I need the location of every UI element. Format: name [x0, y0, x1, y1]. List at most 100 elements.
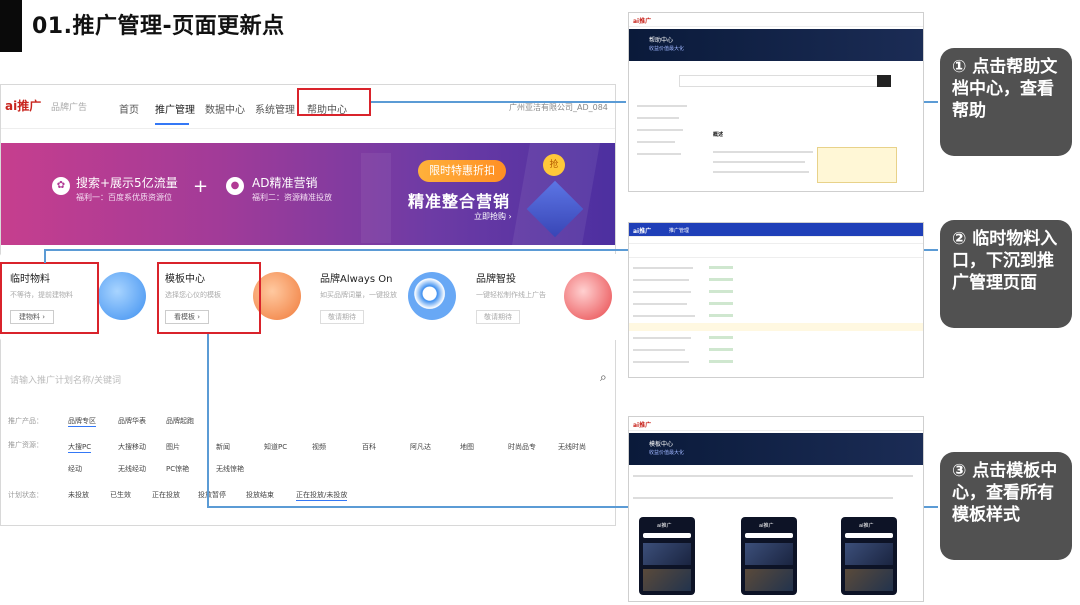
list-tab: 推广管理 [669, 228, 690, 234]
promo-pill: 限时特惠折扣 [418, 160, 506, 182]
filter-tag[interactable]: 地图 [460, 442, 474, 452]
row-text [633, 279, 689, 281]
filter-row [633, 475, 913, 477]
filter-tag[interactable]: 经动 [68, 464, 82, 474]
flow-diagram [817, 147, 897, 183]
help-center-screenshot: ai推广 帮助中心 收益价值最大化 概述 [628, 12, 924, 192]
nav-campaign-management[interactable]: 推广管理 [155, 101, 195, 116]
account-name[interactable]: 广州亚洁有限公司_AD_084 [509, 102, 608, 113]
highlight-template-center [157, 262, 261, 334]
filter-tag[interactable]: 未投放 [68, 490, 89, 500]
status-tag [709, 314, 733, 317]
callout-template-center: ③ 点击模板中心，查看所有模板样式 [940, 452, 1072, 560]
status-tag [709, 302, 733, 305]
filter-tag[interactable]: 大搜PC [68, 442, 92, 453]
phone-logo: ai推广 [859, 523, 874, 529]
template-banner-title: 模板中心 [649, 441, 674, 448]
highlight-help-center [297, 88, 371, 116]
card-brand-always-on[interactable]: 品牌Always On 如买品牌词量，一键投放 敬请期待 [310, 254, 466, 340]
connector-line [44, 249, 628, 251]
phone-image [643, 543, 691, 565]
brand-logo: ai推广 [633, 18, 652, 25]
phone-logo: ai推广 [759, 523, 774, 529]
card-description: 一键轻松制作线上广告 [476, 291, 546, 299]
filter-tag[interactable]: 已生效 [110, 490, 131, 500]
row-text [633, 315, 695, 317]
status-tag [709, 266, 733, 269]
status-tag [709, 336, 733, 339]
location-icon: ● [226, 177, 244, 195]
banner-benefit-2-title: AD精准营销 [252, 176, 318, 190]
template-banner: 模板中心 收益价值最大化 [629, 433, 923, 465]
nav-system-management[interactable]: 系统管理 [255, 101, 295, 116]
row-text [633, 349, 685, 351]
filter-tag[interactable]: 无线惊艳 [216, 464, 244, 474]
connector-line [44, 249, 46, 263]
template-preview[interactable]: ai推广 [741, 517, 797, 595]
callout-help-center: ① 点击帮助文档中心，查看帮助 [940, 48, 1072, 156]
help-search-button[interactable] [877, 75, 891, 87]
filter-tag[interactable]: 时尚品专 [508, 442, 536, 452]
highlight-temp-material [0, 262, 99, 334]
plus-icon: + [193, 176, 209, 197]
filter-label-status: 计划状态： [8, 491, 43, 499]
filter-tag[interactable]: 无线经动 [118, 464, 146, 474]
text-line [713, 171, 809, 173]
filter-tag[interactable]: 图片 [166, 442, 180, 452]
filter-tag[interactable]: 百科 [362, 442, 376, 452]
filter-tag[interactable]: 知道PC [264, 442, 287, 452]
banner-cta-link[interactable]: 立即抢购 › [474, 211, 512, 222]
template-preview[interactable]: ai推广 [841, 517, 897, 595]
status-tag [709, 360, 733, 363]
nav-data-center[interactable]: 数据中心 [205, 101, 245, 116]
filter-tag[interactable]: 品牌专区 [68, 416, 96, 427]
row-text [633, 291, 691, 293]
filter-tag[interactable]: 无线时尚 [558, 442, 586, 452]
template-preview[interactable]: ai推广 [639, 517, 695, 595]
coming-soon-button[interactable]: 敬请期待 [476, 310, 520, 324]
document-icon [98, 272, 146, 320]
search-input[interactable]: 请输入推广计划名称/关键词 [10, 373, 121, 386]
filter-tag[interactable]: 大搜移动 [118, 442, 146, 452]
filter-tag[interactable]: 投放结束 [246, 490, 274, 500]
menu-line [637, 129, 683, 131]
callout-temp-material: ② 临时物料入口，下沉到推广管理页面 [940, 220, 1072, 328]
phone-logo: ai推广 [657, 523, 672, 529]
help-section-title: 概述 [713, 132, 724, 138]
filter-tag[interactable]: 正在投放 [152, 490, 180, 500]
card-brand-smart-ad[interactable]: 品牌智投 一键轻松制作线上广告 敬请期待 [466, 254, 622, 340]
row-text [633, 267, 693, 269]
menu-line [637, 141, 675, 143]
phone-search-bar [643, 533, 691, 538]
connector-line [207, 334, 209, 508]
coin-icon: 抢 [543, 154, 565, 176]
filter-tag[interactable]: 新闻 [216, 442, 230, 452]
search-icon[interactable]: ⌕ [600, 370, 607, 385]
filter-tag[interactable]: PC惊艳 [166, 464, 189, 474]
banner-benefit-1-title: 搜索+展示5亿流量 [76, 176, 178, 190]
phone-image [845, 543, 893, 565]
help-search-input[interactable] [679, 75, 885, 87]
banner-benefit-1-sub: 福利一：百度系优质资源位 [76, 193, 172, 202]
filter-tag[interactable]: 品牌起跑 [166, 416, 194, 426]
brand-logo: ai推广 [633, 422, 652, 429]
coming-soon-button[interactable]: 敬请期待 [320, 310, 364, 324]
phone-image [745, 569, 793, 591]
filter-tag[interactable]: 品牌华表 [118, 416, 146, 426]
template-banner-subtitle: 收益价值最大化 [649, 450, 685, 456]
nav-home[interactable]: 首页 [119, 101, 139, 116]
filter-tag[interactable]: 视频 [312, 442, 326, 452]
help-banner: 帮助中心 收益价值最大化 [629, 29, 923, 61]
filter-label-product: 推广产品： [8, 417, 43, 425]
card-title: 品牌Always On [320, 274, 393, 285]
filter-tag[interactable]: 正在投放/未投放 [296, 490, 348, 501]
campaign-list-screenshot: ai推广 推广管理 [628, 222, 924, 378]
phone-search-bar [845, 533, 893, 538]
filter-tag[interactable]: 投放暂停 [198, 490, 226, 500]
row-text [633, 303, 687, 305]
brand-logo[interactable]: ai推广 [5, 97, 41, 114]
row-divider [629, 257, 923, 258]
filter-tag[interactable]: 阿凡达 [410, 442, 431, 452]
menu-line [637, 105, 687, 107]
banner-decoration [361, 153, 391, 243]
